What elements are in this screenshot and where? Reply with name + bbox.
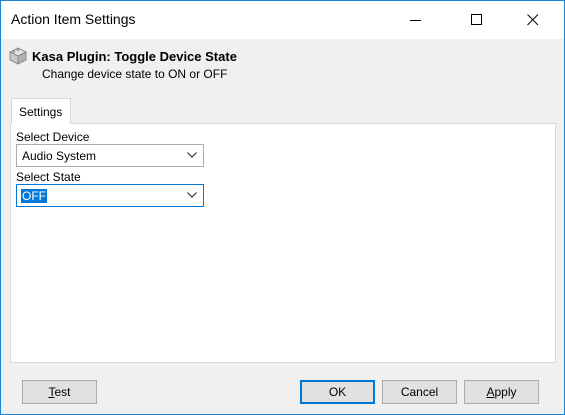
device-dropdown-value: Audio System xyxy=(22,149,97,163)
test-button-label: est xyxy=(54,385,71,399)
state-dropdown[interactable]: OFF xyxy=(16,184,204,207)
apply-button-mnemonic: A xyxy=(486,385,495,399)
close-button[interactable] xyxy=(510,1,556,39)
plugin-cube-icon xyxy=(9,47,27,65)
chevron-down-icon xyxy=(187,192,197,198)
tab-settings-label: Settings xyxy=(19,105,63,119)
ok-button[interactable]: OK xyxy=(300,380,375,404)
close-icon xyxy=(527,14,539,26)
plugin-description: Change device state to ON or OFF xyxy=(42,67,228,81)
title-bar[interactable]: Action Item Settings xyxy=(1,1,564,39)
dialog-window: Action Item Settings Kasa Plugin: Toggle… xyxy=(0,0,565,415)
minimize-icon xyxy=(410,20,421,21)
select-state-label: Select State xyxy=(16,170,81,184)
device-dropdown[interactable]: Audio System xyxy=(16,144,204,167)
window-title: Action Item Settings xyxy=(11,11,136,27)
test-button[interactable]: Test xyxy=(22,380,97,404)
maximize-icon xyxy=(471,14,482,25)
tab-settings[interactable]: Settings xyxy=(11,98,71,124)
cancel-button-label: Cancel xyxy=(400,385,439,399)
state-dropdown-value: OFF xyxy=(21,189,47,203)
maximize-button[interactable] xyxy=(454,1,500,39)
plugin-title: Kasa Plugin: Toggle Device State xyxy=(32,49,237,64)
select-device-label: Select Device xyxy=(16,130,90,144)
apply-button-label: pply xyxy=(494,385,517,399)
chevron-down-icon xyxy=(187,152,197,158)
minimize-button[interactable] xyxy=(393,1,439,39)
apply-button[interactable]: Apply xyxy=(464,380,539,404)
settings-panel: Select Device Audio System Select State … xyxy=(10,123,556,363)
dialog-header: Kasa Plugin: Toggle Device State Change … xyxy=(1,39,564,93)
ok-button-label: OK xyxy=(328,385,347,399)
cancel-button[interactable]: Cancel xyxy=(382,380,457,404)
